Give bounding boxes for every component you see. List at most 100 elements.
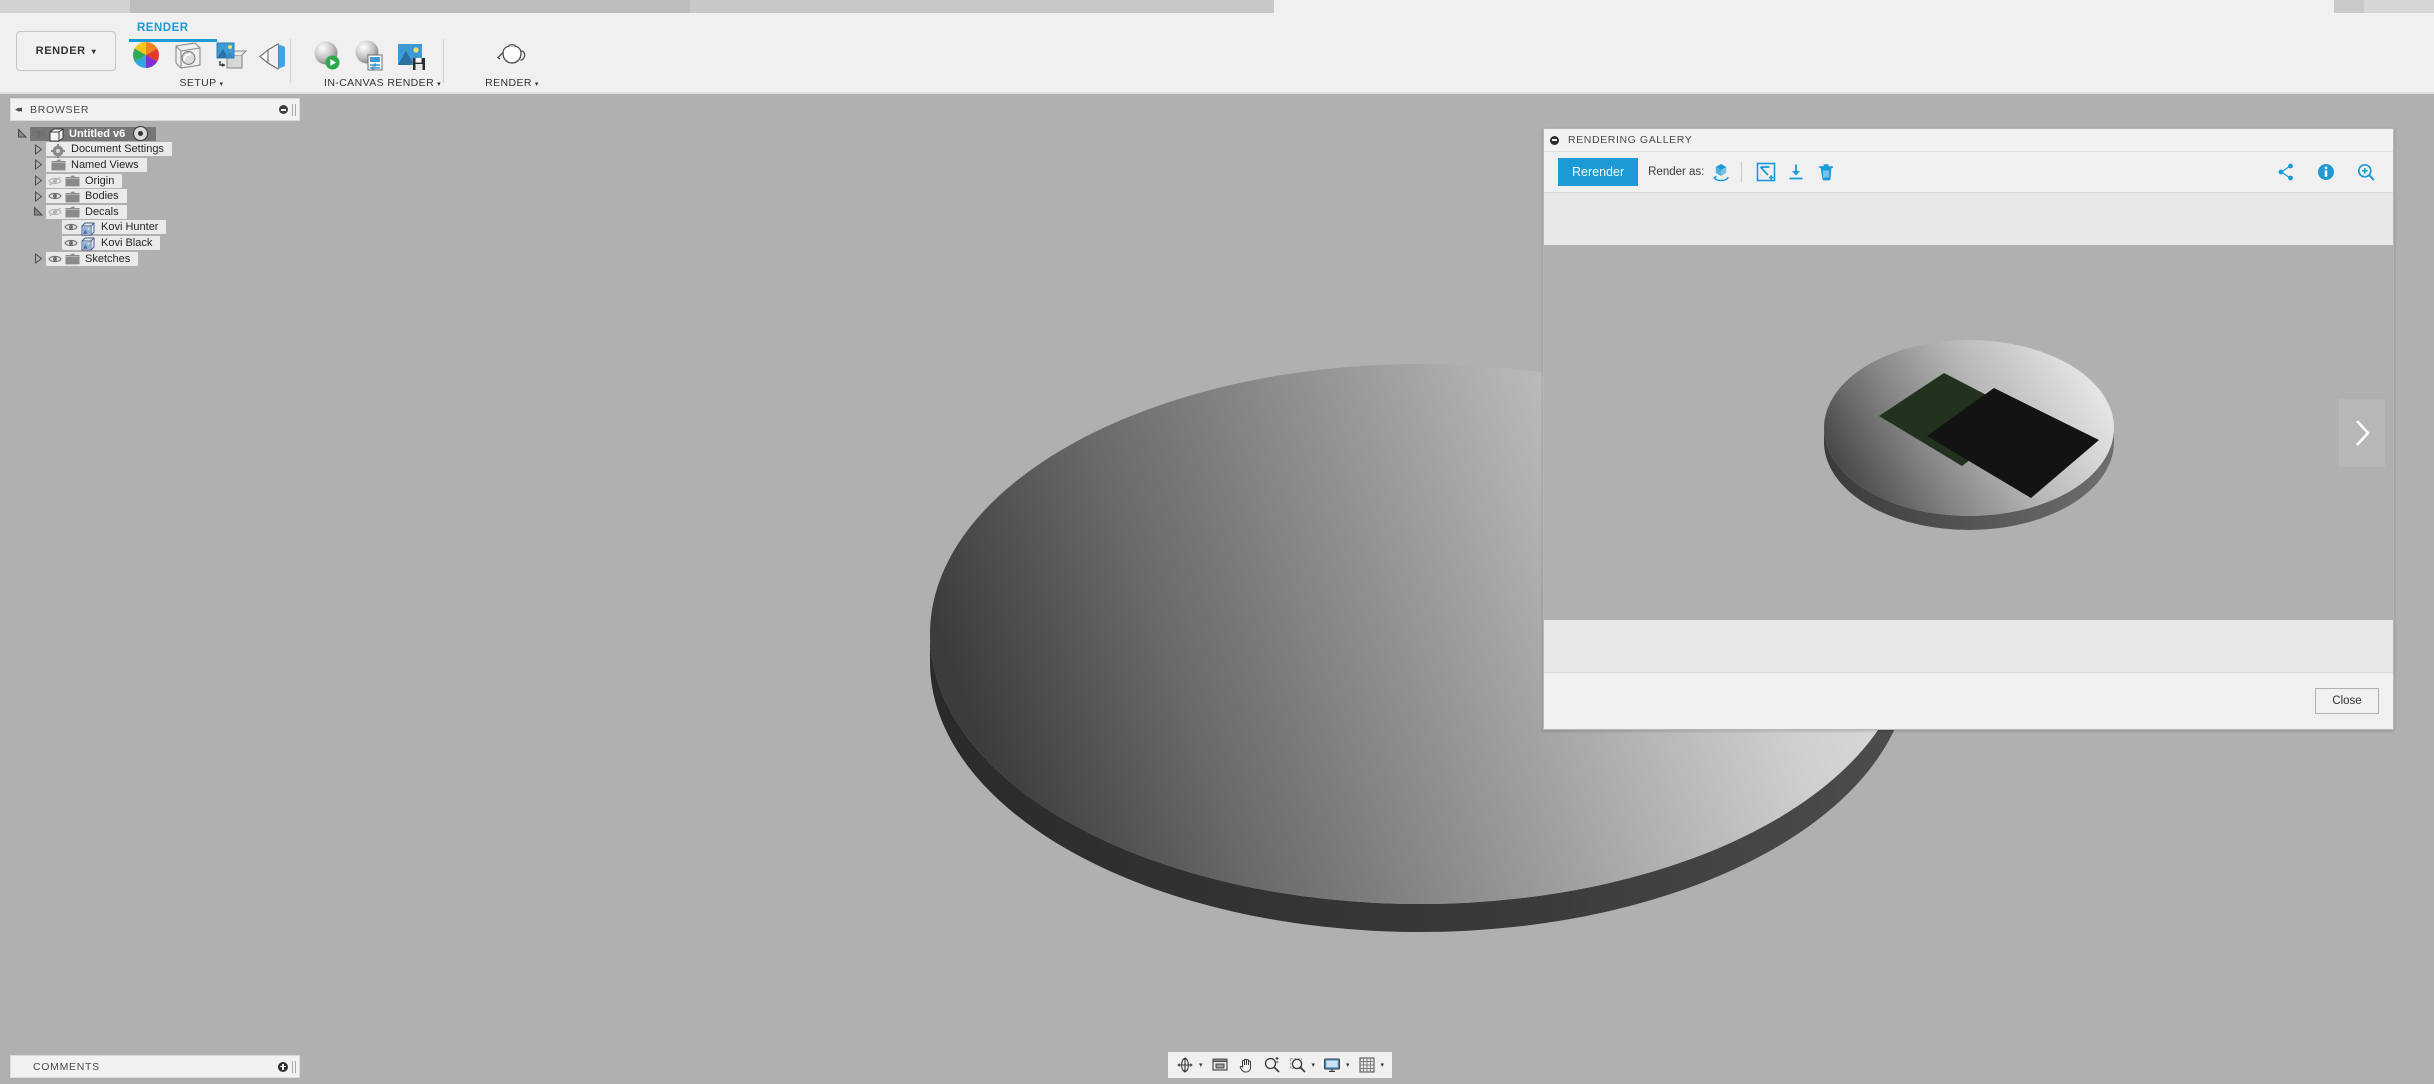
browser-panel-header: ◂◂ BROWSER <box>10 98 300 121</box>
tree-expand-closed-icon[interactable] <box>30 175 46 187</box>
tree-item-pill[interactable]: Bodies <box>46 189 127 204</box>
tab-render[interactable]: RENDER <box>137 22 189 34</box>
gallery-preview-area[interactable] <box>1544 245 2393 620</box>
next-render-button[interactable] <box>2339 398 2385 467</box>
in-canvas-render-icon[interactable] <box>310 39 344 73</box>
tree-expand-closed-icon[interactable] <box>30 253 46 265</box>
gallery-toolbar: Rerender Render as: <box>1544 152 2393 192</box>
share-icon[interactable] <box>2273 159 2299 185</box>
component-icon <box>49 128 64 142</box>
render-teapot-icon[interactable] <box>495 39 529 73</box>
tree-item-pill[interactable]: Kovi Hunter <box>62 220 167 236</box>
tree-item-pill[interactable]: Kovi Black <box>62 235 161 251</box>
eye-visible-icon[interactable] <box>32 127 46 141</box>
look-at-icon[interactable] <box>1209 1054 1231 1076</box>
chevron-down-icon[interactable]: ▾ <box>1346 1061 1350 1069</box>
browser-tree-item-decals[interactable]: Decals <box>0 204 300 220</box>
chevron-down-icon[interactable]: ▾ <box>1199 1061 1203 1069</box>
panel-resize-grip[interactable] <box>292 1060 296 1073</box>
gallery-bottom-strip <box>1544 620 2393 672</box>
tree-expand-closed-icon[interactable] <box>30 159 46 171</box>
info-icon[interactable] <box>2313 159 2339 185</box>
decal-image-icon <box>81 237 95 251</box>
delete-icon[interactable] <box>1813 159 1839 185</box>
tree-item-pill[interactable]: Named Views <box>46 157 147 172</box>
eye-hidden-icon[interactable] <box>48 174 62 188</box>
ribbon-divider-2 <box>443 39 444 83</box>
browser-panel-title: BROWSER <box>30 103 90 116</box>
comments-panel-header: COMMENTS <box>10 1055 300 1078</box>
browser-tree-item-document-settings[interactable]: Document Settings <box>0 142 300 158</box>
fit-icon[interactable] <box>1287 1054 1309 1076</box>
zoom-in-icon[interactable] <box>2353 159 2379 185</box>
ribbon-group-render-label[interactable]: RENDER ▾ <box>462 77 562 89</box>
dialog-titlebar: RENDERING GALLERY <box>1544 129 2393 152</box>
image-resize-icon[interactable] <box>1753 159 1779 185</box>
comments-panel-title: COMMENTS <box>33 1060 100 1073</box>
eye-visible-icon[interactable] <box>48 252 62 266</box>
eye-visible-icon[interactable] <box>48 189 62 203</box>
tree-item-label: Document Settings <box>71 143 164 156</box>
tree-item-label: Decals <box>85 205 119 218</box>
tree-item-pill[interactable]: Decals <box>46 204 127 219</box>
tree-expand-open-icon[interactable] <box>14 128 30 139</box>
chevron-down-icon: ▾ <box>91 46 97 56</box>
grid-snaps-icon[interactable] <box>1356 1054 1378 1076</box>
tree-item-label: Origin <box>85 174 115 187</box>
appearance-icon[interactable] <box>129 39 163 73</box>
decal-icon[interactable] <box>213 39 248 73</box>
render-in-cloud-icon[interactable] <box>1708 159 1734 185</box>
tree-expand-closed-icon[interactable] <box>30 143 46 155</box>
tree-item-pill[interactable]: Origin <box>46 173 123 188</box>
tree-item-label: Sketches <box>85 252 131 265</box>
add-comment-icon[interactable] <box>278 1061 288 1072</box>
eye-visible-icon[interactable] <box>64 220 78 234</box>
browser-tree-item-untitled-v6[interactable]: Untitled v6 <box>0 126 300 142</box>
chevron-down-icon: ▾ <box>219 81 224 88</box>
gallery-top-strip <box>1544 192 2393 245</box>
chevron-down-icon[interactable]: ▾ <box>1381 1061 1385 1069</box>
ribbon-group-setup: SETUP ▾ <box>129 39 285 91</box>
workspace-switcher-button[interactable]: RENDER ▾ <box>16 31 116 71</box>
orbit-icon[interactable] <box>1174 1054 1196 1076</box>
texture-map-controls-icon[interactable] <box>255 39 289 73</box>
browser-tree-item-sketches[interactable]: Sketches <box>0 251 300 267</box>
minimize-icon[interactable] <box>1550 135 1559 145</box>
browser-tree-item-bodies[interactable]: Bodies <box>0 188 300 204</box>
browser-tree-item-kovi-hunter[interactable]: Kovi Hunter <box>0 220 300 236</box>
rendered-image-preview[interactable] <box>1758 317 2179 548</box>
panel-resize-grip[interactable] <box>292 103 296 116</box>
collapse-icon[interactable]: ◂◂ <box>15 104 22 115</box>
titlebar-segment-mid <box>130 0 690 13</box>
gallery-toolbar-right <box>2269 159 2379 185</box>
display-settings-icon[interactable] <box>1321 1054 1343 1076</box>
tree-item-pill[interactable]: Untitled v6 <box>30 126 157 142</box>
tree-item-pill[interactable]: Document Settings <box>46 142 172 158</box>
ribbon-group-setup-label[interactable]: SETUP ▾ <box>129 77 274 89</box>
dialog-footer: Close <box>1544 672 2393 729</box>
zoom-icon[interactable] <box>1261 1054 1283 1076</box>
toolbar-divider <box>1741 162 1743 182</box>
rerender-button[interactable]: Rerender <box>1558 158 1639 186</box>
scene-settings-icon[interactable] <box>171 39 205 73</box>
browser-tree-item-kovi-black[interactable]: Kovi Black <box>0 235 300 251</box>
download-icon[interactable] <box>1783 159 1809 185</box>
close-button[interactable]: Close <box>2315 688 2379 714</box>
minimize-icon[interactable] <box>279 105 288 114</box>
ribbon-group-in-canvas-render: IN-CANVAS RENDER ▾ <box>310 39 455 91</box>
tree-expand-closed-icon[interactable] <box>30 190 46 202</box>
ribbon-group-render: RENDER ▾ <box>462 39 562 91</box>
titlebar-segment-left <box>0 0 130 13</box>
in-canvas-render-settings-icon[interactable] <box>352 39 386 73</box>
pan-icon[interactable] <box>1235 1054 1257 1076</box>
chevron-down-icon[interactable]: ▾ <box>1312 1061 1316 1069</box>
browser-tree-item-origin[interactable]: Origin <box>0 173 300 189</box>
tree-item-pill[interactable]: Sketches <box>46 251 139 266</box>
capture-image-icon[interactable] <box>394 39 428 73</box>
active-component-radio[interactable] <box>133 126 149 142</box>
ribbon-group-in-canvas-render-label[interactable]: IN-CANVAS RENDER ▾ <box>310 77 455 89</box>
eye-hidden-icon[interactable] <box>48 205 62 219</box>
browser-tree-item-named-views[interactable]: Named Views <box>0 157 300 173</box>
eye-visible-icon[interactable] <box>64 236 78 250</box>
tree-expand-open-icon[interactable] <box>30 206 46 217</box>
